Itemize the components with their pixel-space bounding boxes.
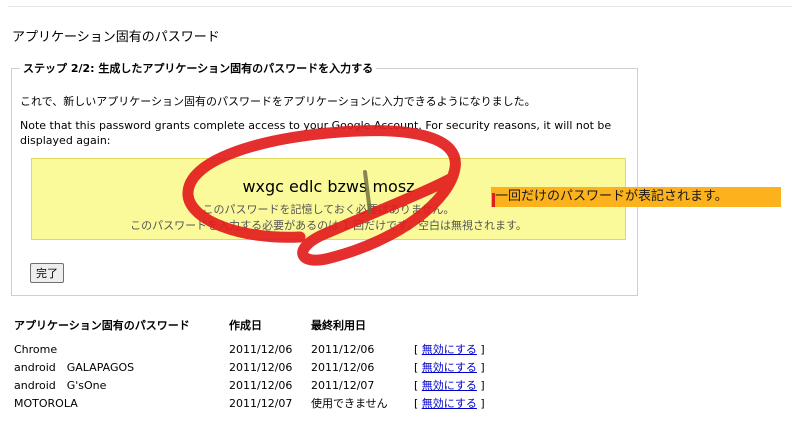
revoke-link[interactable]: 無効にする <box>422 397 477 410</box>
row-action: [ 無効にする ] <box>414 343 485 356</box>
top-divider <box>8 6 792 7</box>
row-app-name: android G'sOne <box>14 379 107 392</box>
row-action: [ 無効にする ] <box>414 361 485 374</box>
revoke-link[interactable]: 無効にする <box>422 379 477 392</box>
revoke-link[interactable]: 無効にする <box>422 343 477 356</box>
row-created: 2011/12/06 <box>229 378 293 392</box>
table-header-row: アプリケーション固有のパスワード 作成日 最終利用日 <box>14 317 485 340</box>
row-app-name: MOTOROLA <box>14 396 78 410</box>
header-action <box>414 317 485 340</box>
table-row: MOTOROLA 2011/12/07 使用できません [ 無効にする ] <box>14 394 485 412</box>
annotation-marker <box>492 193 495 207</box>
row-app-name: Chrome <box>14 342 58 356</box>
row-last-used: 2011/12/06 <box>311 342 375 356</box>
annotation-callout: 一回だけのパスワードが表記されます。 <box>491 187 781 207</box>
table-row: android GALAPAGOS 2011/12/06 2011/12/06 … <box>14 358 485 376</box>
header-created: 作成日 <box>229 319 262 332</box>
row-app-name: android GALAPAGOS <box>14 361 135 374</box>
row-last-used: 2011/12/07 <box>311 378 375 392</box>
security-notice: Note that this password grants complete … <box>20 119 612 147</box>
password-note-enter-once: このパスワードを入力する必要があるのは 1 回だけです。空白は無視されます。 <box>130 219 527 232</box>
step-legend: ステップ 2/2: 生成したアプリケーション固有のパスワードを入力する <box>23 62 374 75</box>
row-created: 2011/12/06 <box>229 342 293 356</box>
header-app-name: アプリケーション固有のパスワード <box>14 319 190 332</box>
table-row: android G'sOne 2011/12/06 2011/12/07 [ 無… <box>14 376 485 394</box>
row-last-used: 2011/12/06 <box>311 360 375 374</box>
revoke-link[interactable]: 無効にする <box>422 361 477 374</box>
row-created: 2011/12/07 <box>229 396 293 410</box>
done-button[interactable]: 完了 <box>30 263 64 283</box>
table-row: Chrome 2011/12/06 2011/12/06 [ 無効にする ] <box>14 340 485 358</box>
row-action: [ 無効にする ] <box>414 397 485 410</box>
instruction-text: これで、新しいアプリケーション固有のパスワードをアプリケーションに入力できるよう… <box>20 95 536 108</box>
row-created: 2011/12/06 <box>229 360 293 374</box>
app-password-table: アプリケーション固有のパスワード 作成日 最終利用日 Chrome 2011/1… <box>14 317 485 412</box>
header-last-used: 最終利用日 <box>311 319 366 332</box>
row-action: [ 無効にする ] <box>414 379 485 392</box>
page-title: アプリケーション固有のパスワード <box>12 30 220 45</box>
row-last-used: 使用できません <box>311 397 388 410</box>
